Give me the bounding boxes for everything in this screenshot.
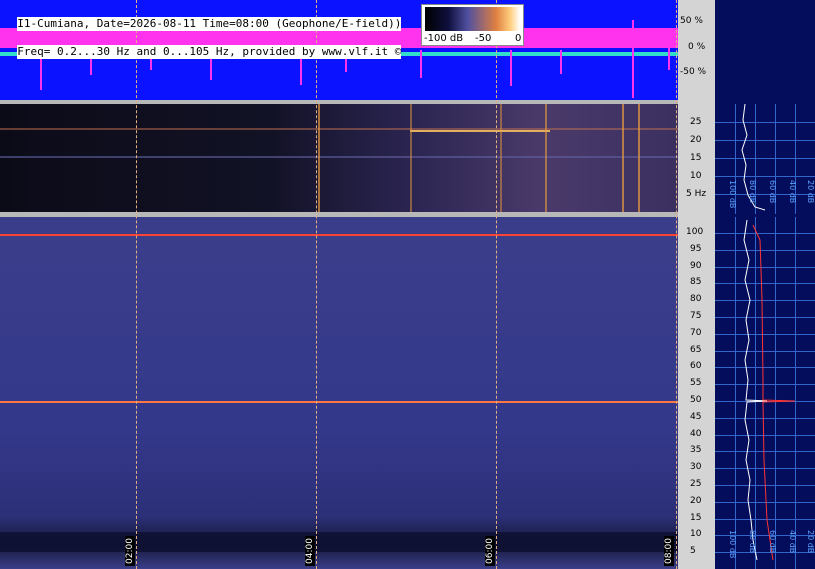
vlf-spectrum-trace — [743, 219, 768, 561]
side-db-label: 40 dB — [788, 530, 797, 554]
side-db-label: 40 dB — [788, 180, 797, 204]
waveform-spike — [510, 50, 512, 86]
vlf-tick: 15 — [690, 513, 702, 523]
elf-tone — [410, 130, 550, 132]
elf-tick: 20 — [690, 135, 702, 145]
elf-streak — [410, 104, 412, 212]
vlf-tick: 90 — [690, 261, 702, 271]
colorbar-gradient — [425, 7, 520, 31]
vlf-tick: 25 — [690, 479, 702, 489]
vlf-tick: 80 — [690, 294, 702, 304]
vlf-tick: 75 — [690, 311, 702, 321]
elf-tick: 5 Hz — [686, 189, 707, 199]
header-line-2: Freq= 0.2...30 Hz and 0...105 Hz, provid… — [17, 45, 402, 59]
side-db-label: 80 dB — [748, 180, 757, 204]
waveform-spike — [560, 50, 562, 74]
side-db-label: 80 dB — [748, 530, 757, 554]
waveform-spike — [420, 50, 422, 78]
frequency-axis: 50 % 0 % -50 % 25 20 15 10 5 Hz 100 95 90 8… — [678, 0, 715, 569]
elf-streak — [622, 104, 624, 212]
vlf-tick: 50 — [690, 395, 702, 405]
colorbar-legend: -100 dB -50 0 — [421, 4, 524, 46]
elf-streak — [545, 104, 547, 212]
hum-line-50hz — [0, 401, 678, 403]
vlf-tick: 70 — [690, 328, 702, 338]
spectrum-side-panel: 100 dB 80 dB 60 dB 40 dB 20 dB 100 dB 80… — [715, 0, 815, 569]
vlf-tick: 30 — [690, 462, 702, 472]
side-db-label: 60 dB — [768, 180, 777, 204]
time-gridline — [676, 0, 677, 569]
time-label-0400: 04:00 — [305, 536, 315, 566]
elf-spectrogram — [0, 104, 678, 212]
colorbar-label-min: -100 dB — [424, 33, 464, 44]
time-gridline — [136, 0, 137, 569]
header-line-1: I1-Cumiana, Date=2026-08-11 Time=08:00 (… — [17, 17, 402, 31]
colorbar-label-max: 0 — [515, 33, 522, 44]
header-caption: I1-Cumiana, Date=2026-08-11 Time=08:00 (… — [4, 3, 402, 59]
vlf-tick: 95 — [690, 244, 702, 254]
vlf-tick: 55 — [690, 378, 702, 388]
elf-line — [0, 128, 678, 130]
vlf-tick: 10 — [690, 529, 702, 539]
waveform-tick: -50 % — [680, 67, 707, 77]
elf-tick: 10 — [690, 171, 702, 181]
waveform-tick: 0 % — [688, 42, 706, 52]
side-db-label: 20 dB — [806, 530, 815, 554]
time-label-0800: 08:00 — [664, 536, 674, 566]
vlf-tick: 45 — [690, 412, 702, 422]
side-db-label: 60 dB — [768, 530, 777, 554]
side-db-label: 100 dB — [728, 530, 737, 559]
elf-tick: 15 — [690, 153, 702, 163]
side-db-label: 20 dB — [806, 180, 815, 204]
elf-streak — [638, 104, 640, 212]
vlf-tick: 5 — [690, 546, 696, 556]
waveform-tick: 50 % — [680, 16, 703, 26]
time-gridline — [496, 0, 497, 569]
time-label-0600: 06:00 — [485, 536, 495, 566]
vlf-average-trace — [752, 224, 796, 561]
elf-streak — [500, 104, 502, 212]
vlf-tick: 35 — [690, 445, 702, 455]
vlf-tick: 40 — [690, 429, 702, 439]
vlf-tick: 20 — [690, 496, 702, 506]
waveform-spike — [668, 30, 670, 70]
vlf-tick: 65 — [690, 345, 702, 355]
vlf-tick: 85 — [690, 277, 702, 287]
colorbar-label-mid: -50 — [475, 33, 492, 44]
elf-line — [0, 156, 678, 158]
time-label-0200: 02:00 — [125, 536, 135, 566]
hum-line-100hz — [0, 234, 678, 236]
low-freq-band — [0, 532, 678, 552]
elf-tick: 25 — [690, 117, 702, 127]
side-db-label: 100 dB — [728, 180, 737, 209]
vlf-spectrogram — [0, 217, 678, 569]
spectrogram-plot-area: 02:00 04:00 06:00 08:00 — [0, 0, 678, 569]
time-gridline — [316, 0, 317, 569]
waveform-spike — [632, 20, 634, 98]
vlf-tick: 60 — [690, 361, 702, 371]
vlf-tick: 100 — [686, 227, 704, 237]
elf-streak — [318, 104, 320, 212]
side-spectrum-plot — [741, 103, 796, 561]
